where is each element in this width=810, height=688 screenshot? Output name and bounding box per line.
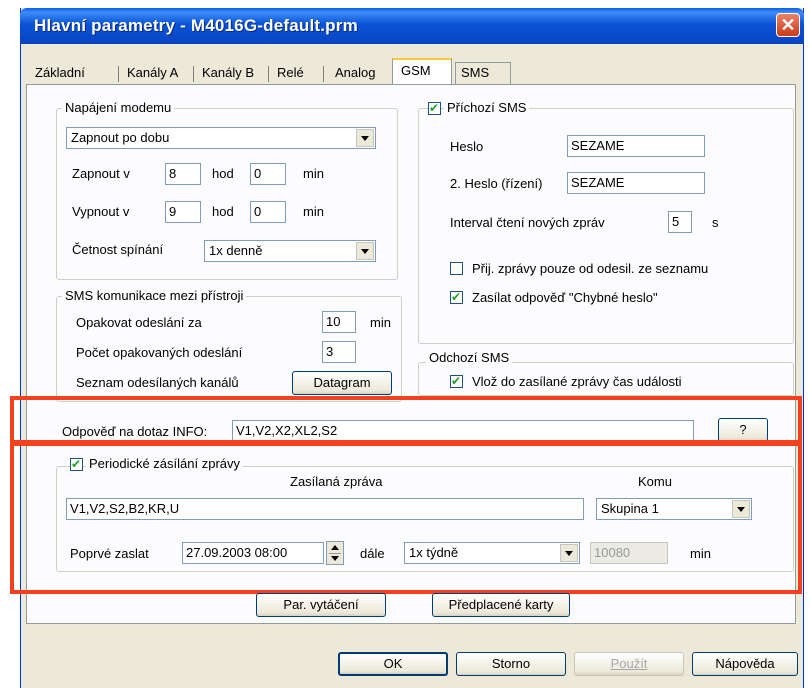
apply-button[interactable]: Použít (574, 652, 684, 676)
count-label: Počet opakovaných odeslání (76, 345, 243, 360)
off-min-input[interactable]: 0 (250, 201, 286, 223)
only-list-label: Přij. zprávy pouze od odesil. ze seznamu (472, 261, 709, 276)
off-label: Vypnout v (72, 204, 130, 219)
interval-input[interactable]: 5 (668, 211, 692, 233)
tab-kanaly-a[interactable]: Kanály A (122, 62, 183, 84)
retry-label: Opakovat odeslání za (76, 315, 202, 330)
ok-button[interactable]: OK (338, 652, 448, 676)
highlight-box-periodic (10, 442, 802, 594)
on-hour-input[interactable]: 8 (165, 163, 201, 185)
tab-zakladni[interactable]: Základní (30, 62, 90, 84)
help-button[interactable]: Nápověda (692, 652, 798, 676)
incoming-sms-checkbox[interactable] (428, 100, 441, 116)
wrong-password-label: Zasílat odpověď "Chybné heslo" (472, 290, 658, 305)
highlight-box-info (10, 396, 802, 444)
event-time-label: Vlož do zasílané zprávy čas události (472, 374, 682, 389)
hod-label: hod (212, 204, 234, 219)
prepaid-cards-button[interactable]: Předplacené karty (432, 593, 570, 617)
tab-sms[interactable]: SMS (455, 62, 511, 84)
password2-input[interactable]: SEZAME (567, 172, 705, 194)
only-list-checkbox[interactable] (450, 262, 463, 275)
tab-kanaly-b[interactable]: Kanály B (197, 62, 259, 84)
interval-label: Interval čtení nových zpráv (450, 215, 605, 230)
tab-analog[interactable]: Analog (330, 62, 380, 84)
window-title: Hlavní parametry - M4016G-default.prm (34, 16, 358, 35)
tab-gsm[interactable]: GSM (392, 58, 452, 84)
hod-label: hod (212, 166, 234, 181)
wrong-password-checkbox[interactable] (450, 289, 463, 305)
frequency-label: Četnost spínání (72, 242, 164, 257)
frequency-select[interactable]: 1x denně (204, 240, 376, 262)
password-input[interactable]: SEZAME (567, 135, 705, 157)
tab-separator (323, 66, 324, 82)
sms-comm-legend: SMS komunikace mezi přístroji (62, 288, 247, 304)
on-min-input[interactable]: 0 (250, 163, 286, 185)
password2-label: 2. Heslo (řízení) (450, 176, 543, 191)
tab-separator (193, 66, 194, 82)
chevron-down-icon[interactable] (356, 242, 374, 260)
channels-label: Seznam odesílaných kanálů (76, 375, 239, 390)
min-label: min (303, 166, 324, 181)
title-bar[interactable]: Hlavní parametry - M4016G-default.prm ✕ (20, 8, 804, 44)
modem-mode-select[interactable]: Zapnout po dobu (66, 127, 376, 149)
password-label: Heslo (450, 139, 484, 154)
retry-input[interactable]: 10 (322, 311, 356, 333)
tab-separator (268, 66, 269, 82)
event-time-checkbox[interactable] (450, 373, 463, 389)
incoming-sms-legend: Příchozí SMS (444, 100, 530, 116)
cancel-button[interactable]: Storno (456, 652, 566, 676)
modem-power-legend: Napájení modemu (62, 100, 175, 116)
chevron-down-icon[interactable] (356, 129, 374, 147)
frequency-value: 1x denně (209, 243, 263, 258)
datagram-button[interactable]: Datagram (292, 371, 392, 395)
count-input[interactable]: 3 (322, 341, 356, 363)
off-hour-input[interactable]: 9 (165, 201, 201, 223)
retry-unit: min (370, 315, 391, 330)
modem-mode-value: Zapnout po dobu (71, 130, 170, 145)
close-button[interactable]: ✕ (776, 13, 800, 37)
on-label: Zapnout v (72, 166, 130, 181)
interval-unit: s (712, 215, 719, 230)
tab-rele[interactable]: Relé (272, 62, 309, 84)
min-label: min (303, 204, 324, 219)
dialing-params-button[interactable]: Par. vytáčení (256, 593, 386, 617)
outgoing-sms-legend: Odchozí SMS (426, 350, 513, 366)
tab-separator (118, 66, 119, 82)
